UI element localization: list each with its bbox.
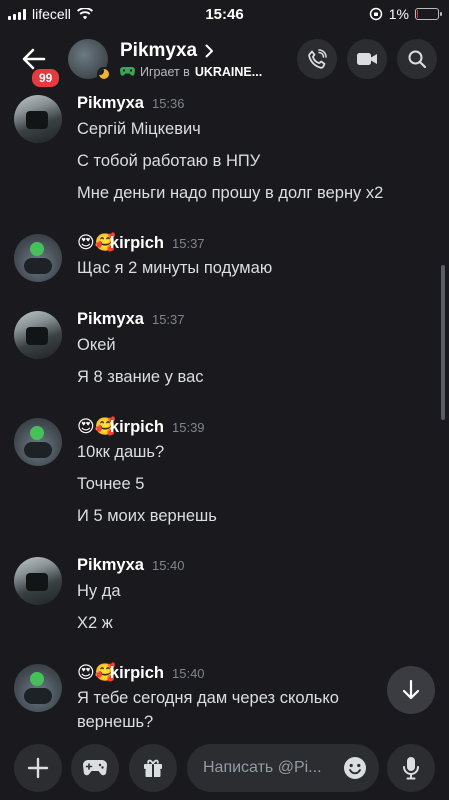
activity-prefix: Играет в	[140, 64, 190, 79]
status-right: 1%	[369, 6, 442, 22]
plus-icon	[27, 757, 49, 779]
activity-status: Играет в UKRAINE...	[120, 65, 297, 79]
message-text[interactable]: Ну да	[77, 582, 121, 601]
message-author[interactable]: Pikmyxa	[77, 556, 144, 575]
gift-icon	[144, 759, 162, 777]
search-button[interactable]	[397, 39, 437, 79]
header-info[interactable]: Pikmyxa Играет в UKRAINE...	[120, 40, 297, 79]
message-header: Pikmyxa 15:37	[77, 310, 185, 329]
message-text[interactable]: Мне деньги надо прошу в долг верну х2	[77, 184, 383, 203]
arrow-down-icon	[402, 679, 420, 700]
games-button[interactable]	[71, 744, 119, 792]
chat-header: 99 Pikmyxa Играет в UKRAINE...	[0, 28, 449, 90]
message-text[interactable]: вернешь?	[77, 713, 153, 730]
message-input-placeholder: Написать @Pi...	[203, 759, 322, 776]
message-author[interactable]: 😍🥰kirpich	[77, 663, 164, 683]
message-author[interactable]: 😍🥰kirpich	[77, 417, 164, 437]
message-text[interactable]: 10кк дашь?	[77, 443, 164, 462]
message-time: 15:36	[151, 96, 185, 111]
message-header: Pikmyxa 15:40	[77, 556, 185, 575]
microphone-icon	[403, 757, 419, 780]
emoji-icon[interactable]	[343, 756, 367, 780]
avatar[interactable]	[14, 95, 62, 143]
message-text[interactable]: Окей	[77, 336, 116, 355]
header-username: Pikmyxa	[120, 39, 198, 61]
message-header: 😍🥰kirpich 15:37	[77, 233, 205, 253]
author-name: kirpich	[109, 418, 164, 436]
carrier-name: lifecell	[32, 6, 71, 22]
status-bar: lifecell 15:46 1%	[0, 0, 449, 28]
scrollbar[interactable]	[441, 265, 445, 420]
message-input[interactable]: Написать @Pi...	[187, 744, 379, 792]
message-time: 15:40	[151, 558, 185, 573]
video-camera-icon	[357, 53, 377, 65]
message-list[interactable]: Pikmyxa 15:36 Сергій Міцкевич С тобой ра…	[0, 90, 449, 730]
message-text[interactable]: Я 8 звание у вас	[77, 368, 204, 387]
message-header: Pikmyxa 15:36	[77, 94, 185, 113]
add-attachment-button[interactable]	[14, 744, 62, 792]
composer-bar: Написать @Pi...	[0, 730, 449, 800]
call-button[interactable]	[297, 39, 337, 79]
battery-percent: 1%	[388, 6, 409, 22]
signal-icon	[8, 8, 26, 20]
message-text[interactable]: Я тебе сегодня дам через сколько	[77, 689, 339, 708]
jump-to-bottom-button[interactable]	[387, 666, 435, 714]
avatar[interactable]	[14, 311, 62, 359]
avatar[interactable]	[14, 234, 62, 282]
status-time: 15:46	[205, 5, 244, 23]
chevron-right-icon	[205, 44, 214, 57]
message-author[interactable]: 😍🥰kirpich	[77, 233, 164, 253]
back-button[interactable]: 99	[12, 37, 62, 89]
wifi-icon	[76, 8, 93, 20]
author-name: kirpich	[109, 234, 164, 252]
author-name: kirpich	[109, 664, 164, 682]
message-text[interactable]: И 5 моих вернешь	[77, 507, 217, 526]
search-icon	[408, 50, 427, 69]
message-header: 😍🥰kirpich 15:39	[77, 417, 205, 437]
avatar[interactable]	[14, 418, 62, 466]
battery-icon	[415, 8, 442, 20]
gamepad-icon	[83, 760, 107, 776]
message-header: 😍🥰kirpich 15:40	[77, 663, 205, 683]
message-text[interactable]: Сергій Міцкевич	[77, 120, 201, 139]
video-call-button[interactable]	[347, 39, 387, 79]
orientation-lock-icon	[369, 7, 383, 21]
idle-status-icon	[97, 67, 111, 81]
voice-message-button[interactable]	[387, 744, 435, 792]
activity-game: UKRAINE...	[194, 64, 263, 79]
avatar[interactable]	[14, 664, 62, 712]
battery-level	[417, 10, 418, 18]
message-author[interactable]: Pikmyxa	[77, 94, 144, 113]
unread-badge: 99	[30, 67, 62, 89]
message-time: 15:39	[172, 419, 205, 435]
phone-icon	[308, 49, 327, 69]
status-left: lifecell	[8, 6, 93, 22]
message-text[interactable]: Щас я 2 минуты подумаю	[77, 259, 272, 278]
message-time: 15:40	[172, 665, 205, 681]
message-text[interactable]: С тобой работаю в НПУ	[77, 152, 260, 171]
message-text[interactable]: Точнее 5	[77, 475, 144, 494]
message-author[interactable]: Pikmyxa	[77, 310, 144, 329]
message-text[interactable]: Х2 ж	[77, 614, 113, 633]
message-time: 15:37	[172, 235, 205, 251]
message-time: 15:37	[151, 312, 185, 327]
gamepad-icon	[120, 67, 135, 76]
avatar[interactable]	[14, 557, 62, 605]
gift-button[interactable]	[129, 744, 177, 792]
header-actions	[297, 39, 437, 79]
header-title: Pikmyxa	[120, 40, 297, 62]
avatar[interactable]	[68, 39, 111, 81]
